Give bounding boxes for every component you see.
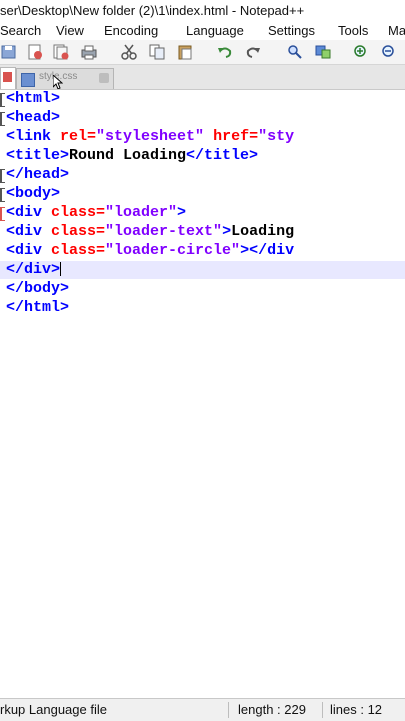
- close-tab-icon[interactable]: [99, 73, 109, 83]
- tag-token: <title>: [6, 147, 70, 164]
- modified-file-icon: [3, 72, 12, 82]
- value-token: "stylesheet": [96, 128, 205, 145]
- menu-macro[interactable]: Ma: [388, 22, 405, 40]
- tag-token: <link: [6, 128, 61, 145]
- close-file-icon[interactable]: [26, 43, 44, 61]
- tag-token: <html>: [6, 90, 61, 107]
- value-token: "sty: [258, 128, 295, 145]
- menu-search[interactable]: Search: [0, 22, 41, 40]
- code-line: <title>Round Loading</title>: [0, 147, 405, 165]
- save-all-icon[interactable]: [0, 43, 18, 61]
- tag-token: <div: [6, 223, 52, 240]
- fold-marker[interactable]: [0, 169, 5, 183]
- tag-token: <div: [6, 204, 52, 221]
- code-line: <head>: [0, 109, 405, 127]
- code-line: </body>: [0, 280, 405, 298]
- toolbar: [0, 40, 405, 65]
- status-length: length : 229: [238, 702, 306, 717]
- tab-style-css[interactable]: style.css: [16, 68, 114, 89]
- tag-token: </div>: [6, 261, 61, 278]
- status-lines: lines : 12: [330, 702, 383, 717]
- tag-token: >: [177, 204, 187, 221]
- menu-tools[interactable]: Tools: [338, 22, 368, 40]
- tab-index-html[interactable]: [0, 67, 16, 89]
- text-token: Loading: [231, 223, 295, 240]
- menu-settings[interactable]: Settings: [268, 22, 315, 40]
- mouse-pointer-icon: [53, 75, 63, 89]
- value-token: "loader-circle": [105, 242, 241, 259]
- code-line: </head>: [0, 166, 405, 184]
- code-line: <div class="loader-text">Loading: [0, 223, 405, 241]
- attr-token: class=: [51, 204, 106, 221]
- code-line: <html>: [0, 90, 405, 108]
- code-editor[interactable]: <html> <head> <link rel="stylesheet" hre…: [0, 90, 405, 698]
- tag-token: >: [222, 223, 232, 240]
- code-line: </html>: [0, 299, 405, 317]
- tag-token: </html>: [6, 299, 70, 316]
- code-line: <link rel="stylesheet" href="sty: [0, 128, 405, 146]
- paste-icon[interactable]: [176, 43, 194, 61]
- code-line-current: </div>: [0, 261, 405, 279]
- fold-marker[interactable]: [0, 188, 5, 202]
- cut-icon[interactable]: [120, 43, 138, 61]
- text-token: Round Loading: [69, 147, 187, 164]
- tag-token: <body>: [6, 185, 61, 202]
- attr-token: href=: [204, 128, 259, 145]
- status-separator: [322, 702, 323, 718]
- menu-bar: Search View Encoding Language Settings T…: [0, 22, 405, 40]
- close-all-icon[interactable]: [52, 43, 70, 61]
- find-icon[interactable]: [286, 43, 304, 61]
- tag-token: </head>: [6, 166, 70, 183]
- menu-encoding[interactable]: Encoding: [104, 22, 158, 40]
- menu-view[interactable]: View: [56, 22, 84, 40]
- tab-bar: style.css: [0, 65, 405, 90]
- tag-token: </body>: [6, 280, 70, 297]
- fold-marker[interactable]: [0, 112, 5, 126]
- undo-icon[interactable]: [216, 43, 234, 61]
- code-line: <div class="loader-circle"></div: [0, 242, 405, 260]
- status-bar: rkup Language file length : 229 lines : …: [0, 698, 405, 721]
- fold-marker[interactable]: [0, 207, 5, 221]
- zoom-in-icon[interactable]: [352, 43, 370, 61]
- attr-token: class=: [51, 242, 106, 259]
- replace-icon[interactable]: [314, 43, 332, 61]
- print-icon[interactable]: [80, 43, 98, 61]
- tag-token: <head>: [6, 109, 61, 126]
- attr-token: rel=: [60, 128, 97, 145]
- value-token: "loader-text": [105, 223, 223, 240]
- fold-marker[interactable]: [0, 93, 5, 107]
- tag-token: ></div: [240, 242, 295, 259]
- window-title-bar: ser\Desktop\New folder (2)\1\index.html …: [0, 0, 405, 22]
- tag-token: <div: [6, 242, 52, 259]
- zoom-out-icon[interactable]: [380, 43, 398, 61]
- attr-token: class=: [51, 223, 106, 240]
- copy-icon[interactable]: [148, 43, 166, 61]
- redo-icon[interactable]: [244, 43, 262, 61]
- status-file-type: rkup Language file: [0, 702, 107, 717]
- menu-language[interactable]: Language: [186, 22, 244, 40]
- file-icon: [21, 73, 35, 87]
- code-line: <body>: [0, 185, 405, 203]
- tag-token: </title>: [186, 147, 259, 164]
- window-title: ser\Desktop\New folder (2)\1\index.html …: [0, 3, 305, 18]
- value-token: "loader": [105, 204, 178, 221]
- status-separator: [228, 702, 229, 718]
- text-caret: [60, 262, 62, 277]
- code-line: <div class="loader">: [0, 204, 405, 222]
